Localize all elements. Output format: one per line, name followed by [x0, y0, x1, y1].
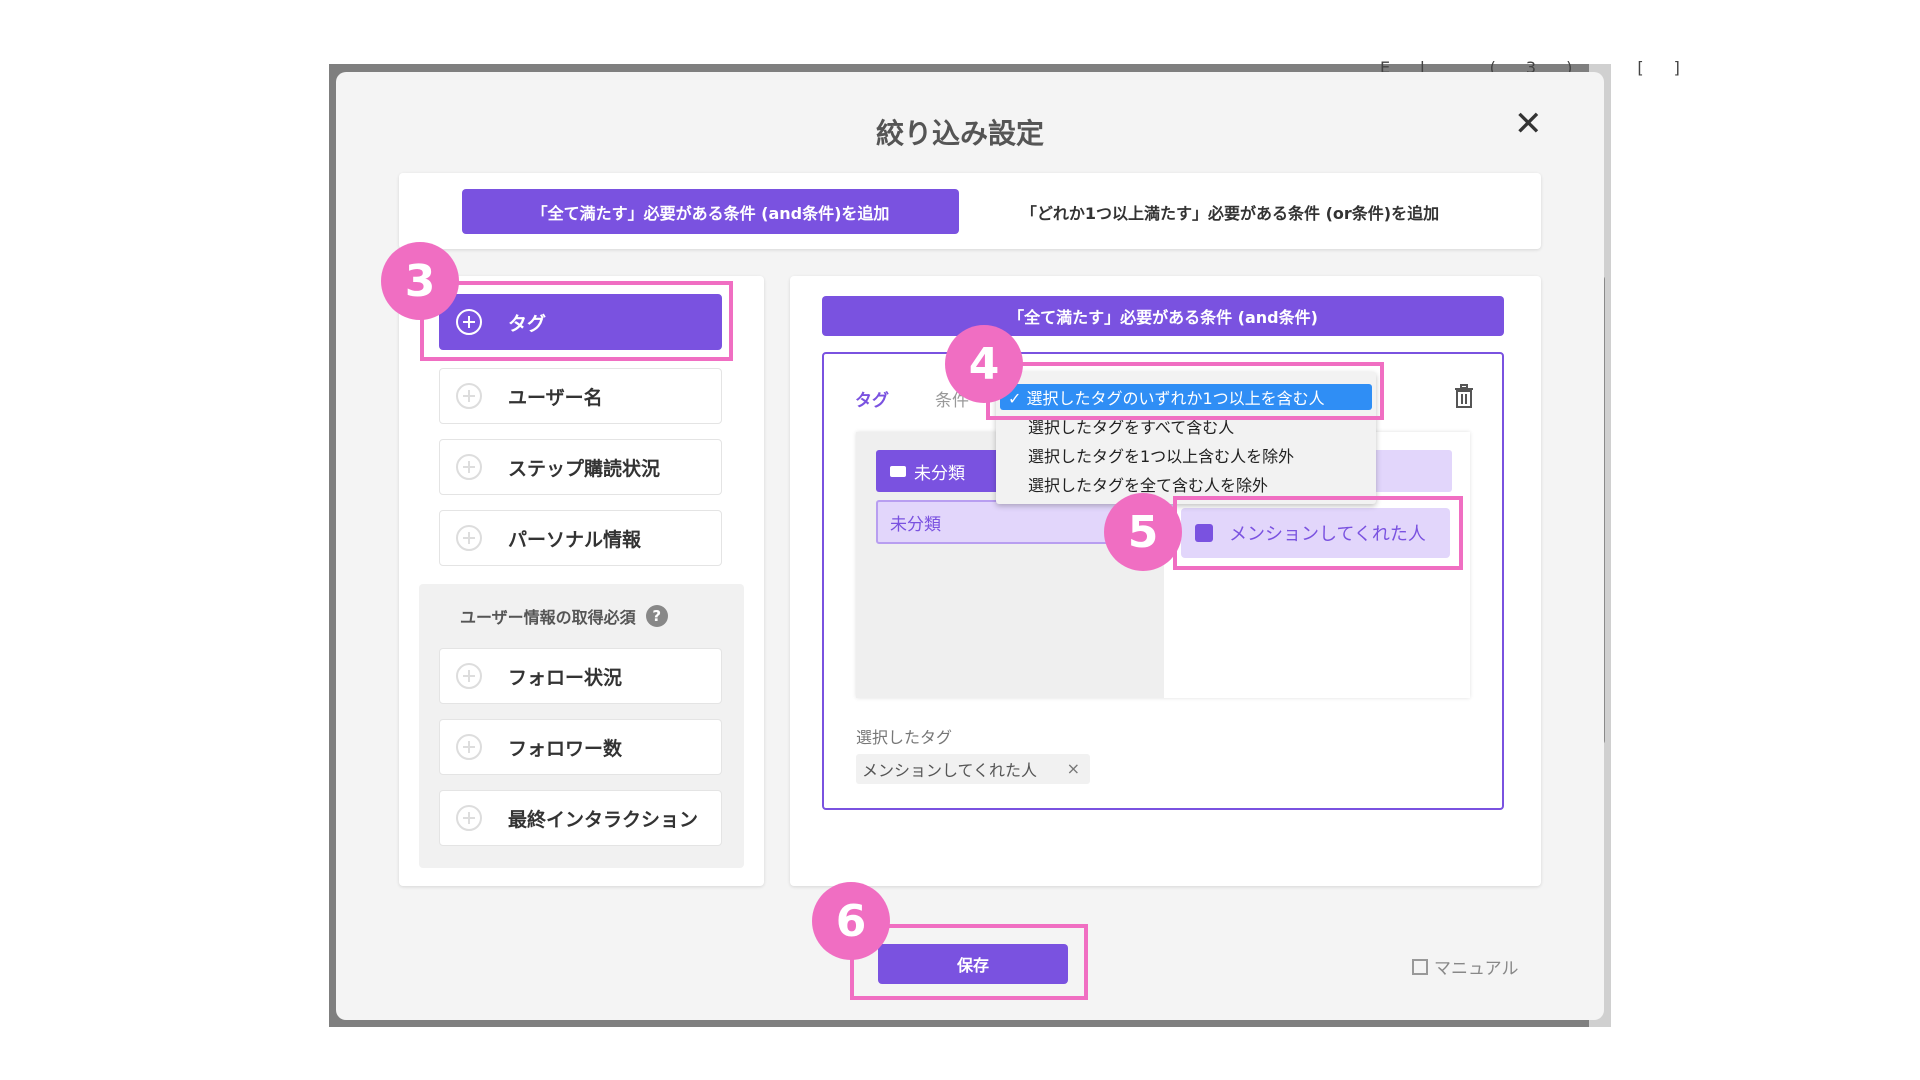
filter-item-follower-count[interactable]: フォロワー数 — [439, 719, 722, 775]
step-badge-4: 4 — [945, 325, 1023, 403]
plus-circle-icon — [456, 734, 482, 760]
selected-tag-chip: メンションしてくれた人 × — [856, 754, 1090, 784]
and-condition-header: 「全て満たす」必要がある条件 (and条件) — [822, 296, 1504, 336]
manual-link[interactable]: マニュアル — [1412, 954, 1519, 979]
folder-button[interactable]: 未分類 — [876, 450, 1000, 492]
filter-item-label: ユーザー名 — [508, 386, 603, 409]
plus-circle-icon — [456, 383, 482, 409]
plus-circle-icon — [456, 525, 482, 551]
step-badge-5: 5 — [1104, 493, 1182, 571]
add-or-condition-tab[interactable]: 「どれか1つ以上満たす」必要がある条件 (or条件)を追加 — [980, 189, 1480, 234]
filter-item-username[interactable]: ユーザー名 — [439, 368, 722, 424]
filter-item-last-interaction[interactable]: 最終インタラクション — [439, 790, 722, 846]
filter-item-label: 最終インタラクション — [508, 808, 699, 831]
folder-icon — [890, 465, 906, 477]
filter-item-label: フォロワー数 — [508, 737, 623, 760]
selected-tag-text: メンションしてくれた人 — [862, 761, 1038, 780]
modal-title: 絞り込み設定 — [875, 117, 1044, 150]
filter-item-follow-status[interactable]: フォロー状況 — [439, 648, 722, 704]
filter-item-label: フォロー状況 — [508, 666, 623, 689]
filter-item-step-status[interactable]: ステップ購読状況 — [439, 439, 722, 495]
step-badge-3: 3 — [381, 242, 459, 320]
dropdown-option-exclude-any[interactable]: 選択したタグを1つ以上含む人を除外 — [1028, 443, 1294, 467]
filter-item-label: パーソナル情報 — [508, 528, 642, 551]
plus-circle-icon — [456, 663, 482, 689]
add-and-condition-tab[interactable]: 「全て満たす」必要がある条件 (and条件)を追加 — [462, 189, 959, 234]
required-info-text: ユーザー情報の取得必須 — [460, 608, 636, 627]
condition-tag-label: タグ — [855, 391, 889, 411]
book-icon — [1412, 958, 1428, 975]
plus-circle-icon — [456, 454, 482, 480]
selected-tags-label: 選択したタグ — [856, 728, 953, 747]
highlight-tag-option — [1173, 496, 1463, 570]
close-icon[interactable]: ✕ — [1514, 104, 1543, 144]
filter-item-personal-info[interactable]: パーソナル情報 — [439, 510, 722, 566]
plus-circle-icon — [456, 805, 482, 831]
manual-label: マニュアル — [1434, 959, 1519, 979]
highlight-tag-item — [420, 281, 733, 361]
highlight-dropdown-selected — [986, 362, 1384, 420]
folder-label: 未分類 — [914, 463, 965, 484]
required-info-label: ユーザー情報の取得必須 ? — [460, 604, 668, 628]
remove-tag-icon[interactable]: × — [1067, 759, 1080, 778]
filter-item-label: ステップ購読状況 — [508, 457, 661, 480]
step-badge-6: 6 — [812, 882, 890, 960]
help-icon[interactable]: ? — [645, 605, 668, 627]
trash-icon[interactable] — [1452, 383, 1476, 409]
